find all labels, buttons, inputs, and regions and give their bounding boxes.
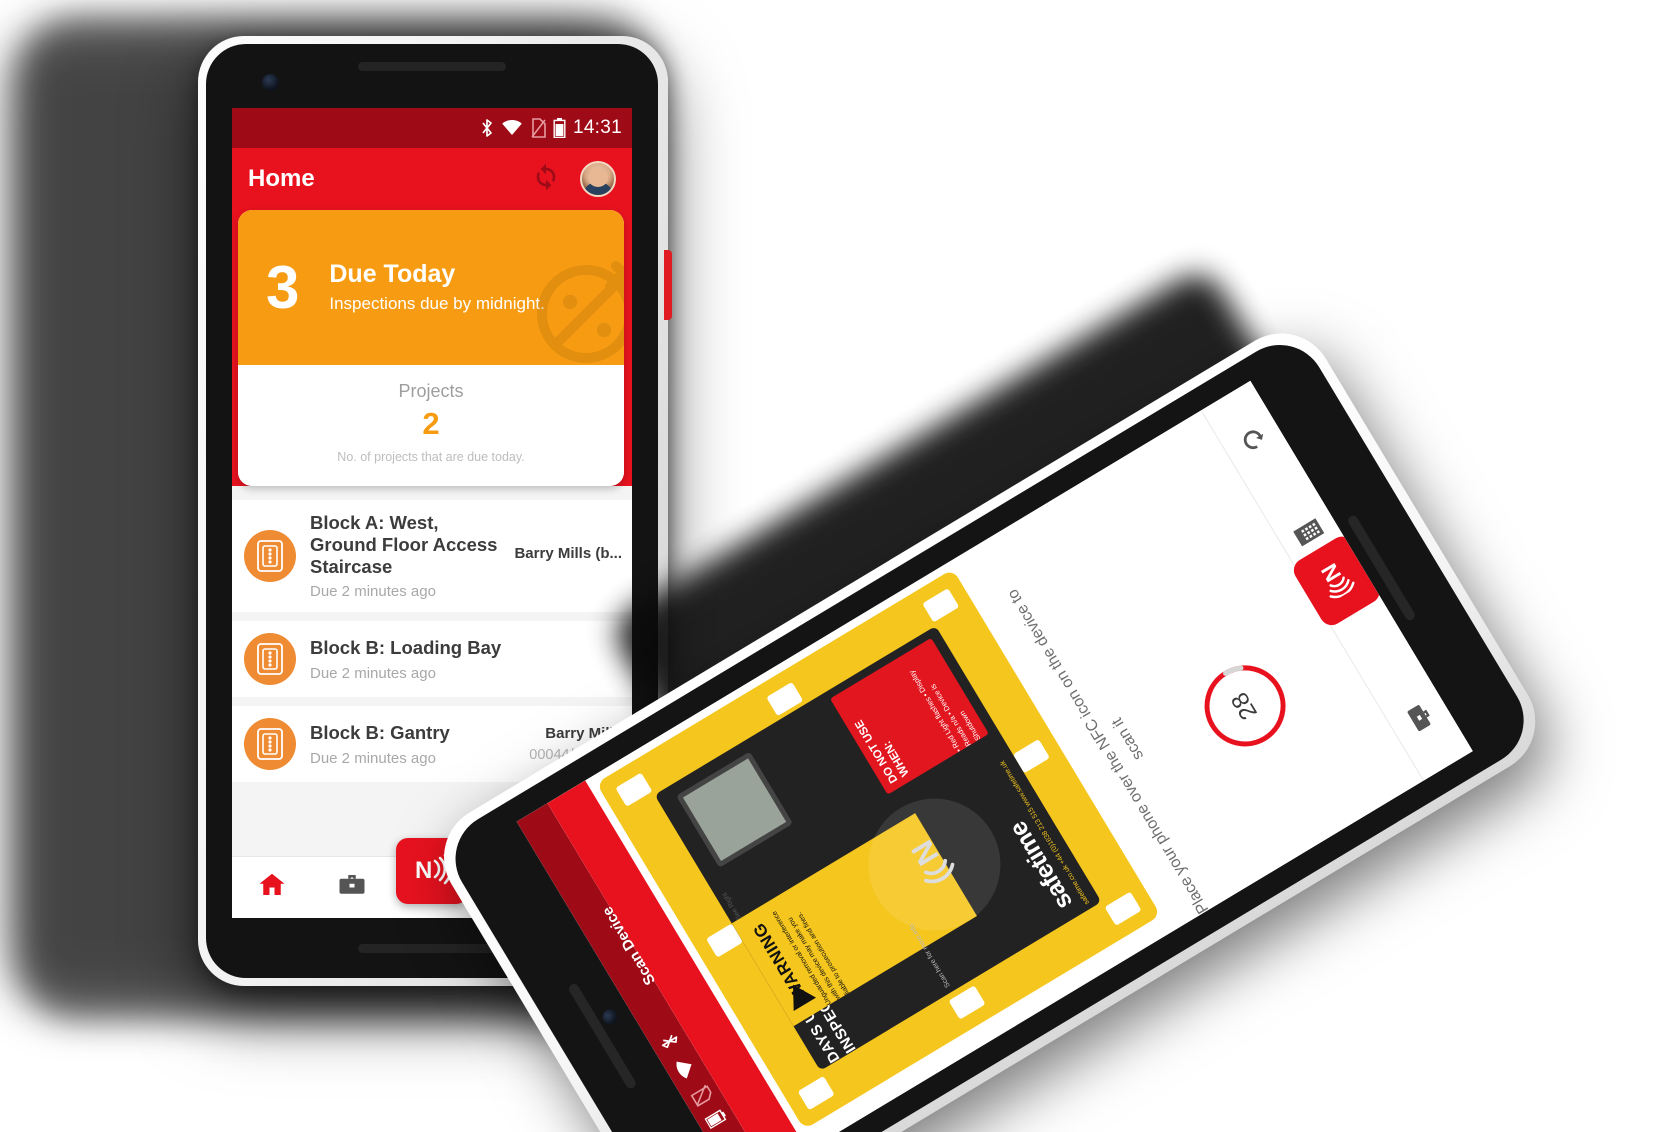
device-do-not-use-items: • Red Light flashes • Display Reads n/a … [907,668,983,754]
screenshot-stage: 14:31 Home 3 Due Today Inspections due b… [0,0,1674,1132]
page-title: Home [248,165,315,192]
phone1-bottom-speaker [358,944,506,953]
battery-icon [553,118,566,138]
nav-projects-button[interactable] [1390,689,1450,749]
projects-count: 2 [422,406,440,441]
due-today-heading: Due Today [329,260,456,289]
due-today-subheading: Inspections due by midnight. [329,293,545,313]
bluetooth-icon [657,1030,684,1057]
hero-section: 3 Due Today Inspections due by midnight. [232,210,632,486]
device-do-not-use-panel: DO NOT USE WHEN: • Red Light flashes • D… [830,637,989,795]
battery-icon [704,1108,730,1132]
projects-caption: No. of projects that are due today. [337,450,525,464]
phone1-clock: 14:31 [572,117,622,138]
device-do-not-use-heading: DO NOT USE WHEN: [853,717,912,786]
nav-projects-button[interactable] [326,865,378,911]
no-sim-icon [689,1083,717,1111]
history-icon [1233,420,1274,463]
wifi-icon [501,119,523,137]
due-today-count: 3 [266,253,300,321]
briefcase-icon [1400,698,1441,741]
due-today-header: 3 Due Today Inspections due by midnight. [238,210,624,365]
device-screw [797,1075,835,1111]
device-screw [615,772,653,807]
device-screw [948,985,986,1020]
phone1-front-camera [262,74,279,91]
nfc-icon: N [1312,556,1362,606]
phone1-earpiece [358,62,506,71]
sync-refresh-icon[interactable] [530,161,562,198]
nfc-icon: N [898,828,972,901]
device-screw [922,588,960,623]
device-screw [1104,891,1142,926]
stopwatch-icon [522,242,624,365]
bluetooth-icon [480,118,494,138]
due-today-card[interactable]: 3 Due Today Inspections due by midnight. [238,210,624,486]
wifi-icon [672,1054,701,1086]
device-tag-icon [244,530,296,583]
list-item-title: Block A: West, Ground Floor Access Stair… [310,511,498,578]
avatar[interactable] [580,161,616,197]
phone1-power-button[interactable] [664,250,672,320]
projects-stat: Projects 2 No. of projects that are due … [238,365,624,486]
nav-history-button[interactable] [1224,412,1284,472]
home-icon [257,870,287,905]
briefcase-icon [337,870,367,905]
device-tag-icon [244,633,296,686]
phone1-app-bar: Home [232,148,632,210]
nav-home-button[interactable] [246,865,298,911]
no-sim-icon [530,118,546,138]
projects-label: Projects [398,381,464,401]
device-tag-icon [244,718,296,771]
phone1-status-bar: 14:31 [232,108,632,148]
list-item-due: Due 2 minutes ago [310,583,436,601]
svg-text:N: N [904,834,946,871]
svg-text:N: N [415,857,432,884]
